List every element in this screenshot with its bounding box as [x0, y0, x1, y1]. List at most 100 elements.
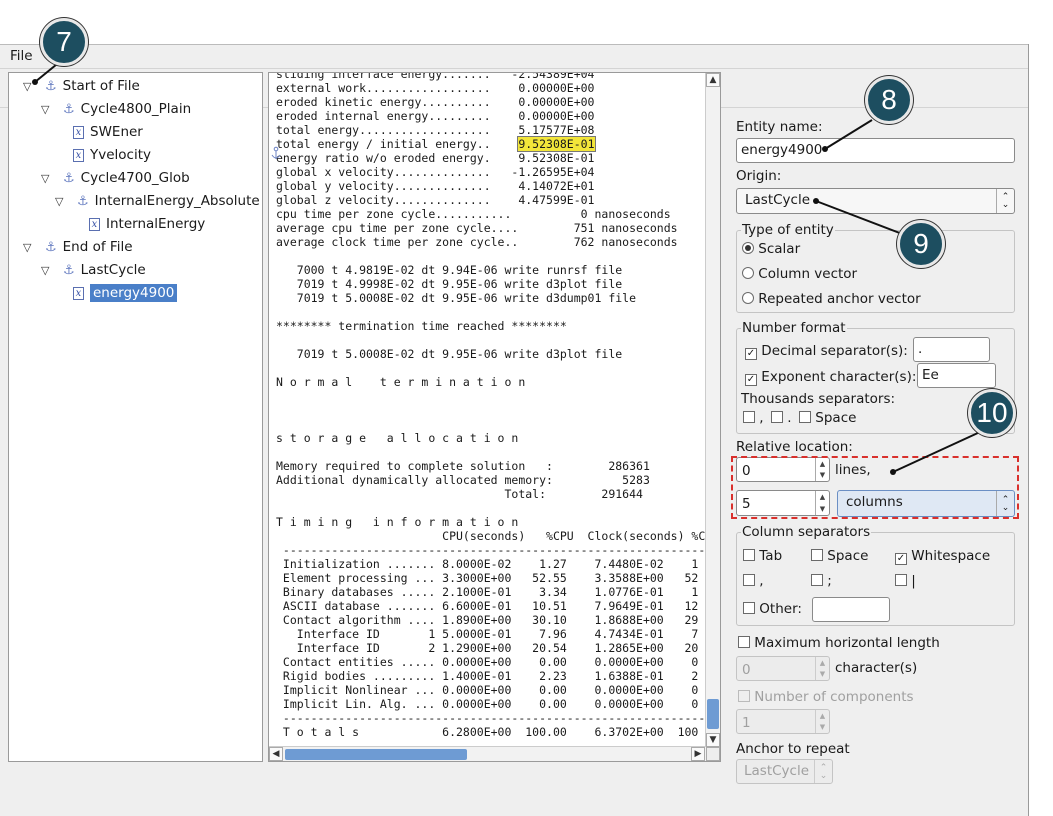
tree-item-label: InternalEnergy	[106, 216, 206, 232]
file-text-content: sliding interface energy....... -2.54389…	[276, 73, 721, 739]
anchor-icon: ⚓	[63, 262, 75, 278]
max-length-value: 0	[742, 662, 751, 678]
tree-item-label: energy4900	[90, 284, 178, 302]
expand-toggle-icon[interactable]: ▽	[23, 80, 35, 93]
spin-arrows-icon[interactable]: ▲ ▼	[815, 657, 829, 680]
tree-item[interactable]: ▽ ⚓ Start of File	[23, 76, 140, 96]
spin-arrows-icon[interactable]: ▲ ▼	[815, 710, 829, 733]
vertical-scroll-thumb[interactable]	[707, 699, 719, 729]
tree-item-label: LastCycle	[80, 262, 146, 278]
anchor-marker-icon	[271, 146, 281, 159]
sep-other-input[interactable]	[812, 597, 890, 622]
origin-select-value: LastCycle	[745, 192, 811, 208]
sep-space-checkbox[interactable]: Space	[811, 548, 868, 564]
num-components-checkbox[interactable]: Number of components	[738, 689, 914, 705]
tree-item-label: Cycle4800_Plain	[80, 101, 192, 117]
horizontal-scroll-thumb[interactable]	[285, 749, 467, 760]
callout-9: 9	[897, 220, 945, 268]
origin-select[interactable]: LastCycle ⌃ ⌄	[736, 188, 1015, 214]
relative-location-label: Relative location:	[736, 439, 853, 455]
sep-comma-checkbox[interactable]: ,	[743, 573, 764, 589]
type-repeated-radio[interactable]: Repeated anchor vector	[742, 291, 921, 307]
menu-bar: File	[0, 44, 1028, 68]
type-of-entity-title: Type of entity	[741, 222, 835, 238]
origin-label: Origin:	[736, 168, 782, 184]
expand-toggle-icon[interactable]: ▽	[55, 195, 67, 208]
text-after: energy ratio w/o eroded energy. 9.52308E…	[276, 151, 721, 739]
tree-item[interactable]: ▽ ⚓ LastCycle	[41, 260, 146, 280]
expand-toggle-icon[interactable]: ▽	[41, 103, 53, 116]
entity-name-input[interactable]: energy4900	[736, 138, 1015, 163]
sep-whitespace-checkbox[interactable]: ✓ Whitespace	[895, 548, 990, 565]
sep-tab-checkbox[interactable]: Tab	[743, 548, 782, 564]
type-of-entity-group: Type of entity Scalar Column vector Repe…	[736, 222, 1015, 313]
tree-item[interactable]: ▽ ⚓ InternalEnergy_Absolute	[55, 191, 260, 211]
variable-icon: x	[73, 286, 84, 300]
max-length-spinbox[interactable]: 0 ▲ ▼	[736, 656, 830, 681]
anchor-to-repeat-select[interactable]: LastCycle ⌃ ⌄	[736, 759, 833, 784]
type-column-radio[interactable]: Column vector	[742, 266, 857, 282]
thousands-separators-label: Thousands separators:	[741, 391, 896, 407]
entity-tree[interactable]: ▽ ⚓ Start of File ▽ ⚓ Cycle4800_Plain x SWEner x…	[8, 72, 263, 762]
variable-icon: x	[89, 217, 100, 231]
scroll-up-arrow-icon[interactable]: ▲	[706, 73, 720, 87]
anchor-to-repeat-label: Anchor to repeat	[736, 741, 850, 757]
num-components-value: 1	[742, 715, 751, 731]
updown-arrow-icon: ⌃ ⌄	[814, 760, 832, 783]
tree-item[interactable]: x Yvelocity	[73, 145, 151, 165]
callout-10: 10	[968, 389, 1016, 437]
anchor-icon: ⚓	[77, 193, 89, 209]
horizontal-scrollbar[interactable]: ◀ ▶	[269, 746, 706, 761]
vertical-scrollbar[interactable]: ▲ ▼	[705, 73, 720, 747]
highlighted-value[interactable]: 9.52308E-01	[517, 136, 596, 152]
expand-toggle-icon[interactable]: ▽	[41, 172, 53, 185]
thousands-dot-checkbox[interactable]: .	[771, 410, 792, 426]
number-format-title: Number format	[741, 320, 847, 336]
num-components-spinbox[interactable]: 1 ▲ ▼	[736, 709, 830, 734]
sep-other-checkbox[interactable]: Other:	[743, 601, 802, 617]
anchor-icon: ⚓	[63, 170, 75, 186]
tree-item-label: End of File	[62, 239, 133, 255]
anchor-icon: ⚓	[45, 239, 57, 255]
entity-name-label: Entity name:	[736, 119, 823, 135]
thousands-comma-checkbox[interactable]: ,	[743, 410, 764, 426]
thousands-space-checkbox[interactable]: Space	[799, 410, 856, 426]
tree-item-label: Cycle4700_Glob	[80, 170, 190, 186]
menu-file[interactable]: File	[10, 48, 33, 64]
tree-item-label: SWEner	[90, 124, 143, 140]
max-length-unit: character(s)	[835, 660, 918, 676]
scroll-corner	[706, 747, 720, 761]
file-text-view[interactable]: sliding interface energy....... -2.54389…	[268, 72, 721, 762]
expand-toggle-icon[interactable]: ▽	[23, 241, 35, 254]
expand-toggle-icon[interactable]: ▽	[41, 264, 53, 277]
scroll-left-arrow-icon[interactable]: ◀	[269, 747, 283, 761]
scroll-right-arrow-icon[interactable]: ▶	[691, 747, 705, 761]
column-separators-title: Column separators	[741, 524, 872, 540]
tree-item-label: Yvelocity	[90, 147, 152, 163]
variable-icon: x	[73, 125, 84, 139]
tree-item[interactable]: x SWEner	[73, 122, 143, 142]
callout-7: 7	[40, 18, 88, 66]
sep-semicolon-checkbox[interactable]: ;	[811, 573, 832, 589]
tree-item[interactable]: ▽ ⚓ End of File	[23, 237, 133, 257]
anchor-icon: ⚓	[63, 101, 75, 117]
tree-item-label: Start of File	[62, 78, 140, 94]
tree-item[interactable]: x energy4900	[73, 283, 178, 303]
updown-arrow-icon: ⌃ ⌄	[996, 189, 1014, 213]
anchor-to-repeat-value: LastCycle	[744, 763, 810, 779]
relative-location-highlight	[731, 456, 1019, 519]
decimal-separator-input[interactable]: .	[913, 337, 990, 362]
max-length-checkbox[interactable]: Maximum horizontal length	[738, 635, 940, 651]
anchor-icon: ⚓	[45, 78, 57, 94]
type-scalar-radio[interactable]: Scalar	[742, 241, 800, 257]
sep-pipe-checkbox[interactable]: |	[895, 573, 916, 589]
exponent-character-input[interactable]: Ee	[917, 363, 996, 388]
tree-item-label: InternalEnergy_Absolute	[94, 193, 260, 209]
tree-item[interactable]: x InternalEnergy	[89, 214, 205, 234]
tree-item[interactable]: ▽ ⚓ Cycle4700_Glob	[41, 168, 190, 188]
exponent-character-checkbox[interactable]: ✓ Exponent character(s):	[745, 369, 916, 386]
scroll-down-arrow-icon[interactable]: ▼	[706, 733, 720, 747]
column-separators-group: Column separators Tab Space ✓ Whitespace…	[736, 524, 1015, 626]
decimal-separator-checkbox[interactable]: ✓ Decimal separator(s):	[745, 343, 908, 360]
tree-item[interactable]: ▽ ⚓ Cycle4800_Plain	[41, 99, 191, 119]
